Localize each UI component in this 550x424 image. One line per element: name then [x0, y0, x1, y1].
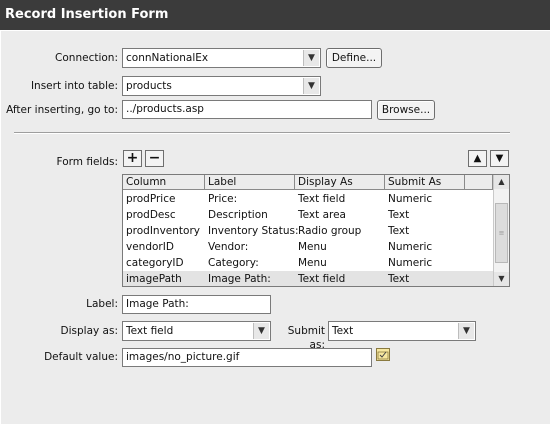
- row-label: Category:: [208, 257, 259, 269]
- row-submit-as: Text: [388, 209, 410, 221]
- grid-scrollbar[interactable]: ▲ ≡ ▼: [493, 175, 509, 286]
- grip-icon: ≡: [498, 229, 505, 237]
- row-column: vendorID: [126, 241, 174, 253]
- chevron-down-icon[interactable]: ▼: [303, 78, 319, 94]
- row-display-as: Text field: [298, 193, 346, 205]
- row-column: prodInventory: [126, 225, 200, 237]
- display-as-value: Text field: [126, 325, 174, 337]
- table-row[interactable]: prodInventory Inventory Status: Radio gr…: [123, 223, 493, 239]
- column-header[interactable]: Label: [205, 175, 295, 190]
- submit-as-select[interactable]: Text ▼: [328, 321, 476, 341]
- row-display-as: Text area: [298, 209, 346, 221]
- row-label: Price:: [208, 193, 238, 205]
- column-header[interactable]: Display As: [295, 175, 385, 190]
- connection-label: Connection:: [55, 52, 118, 64]
- default-value-label: Default value:: [44, 351, 118, 363]
- after-insert-label: After inserting, go to:: [6, 104, 118, 116]
- insert-table-label: Insert into table:: [30, 80, 118, 92]
- row-display-as: Radio group: [298, 225, 362, 237]
- column-header-filler: [465, 175, 493, 190]
- default-value-input[interactable]: images/no_picture.gif: [122, 348, 372, 367]
- field-label-input[interactable]: Image Path:: [122, 295, 271, 314]
- insert-table-select[interactable]: products ▼: [122, 76, 321, 96]
- field-label-label: Label:: [86, 298, 118, 310]
- row-display-as: Menu: [298, 257, 327, 269]
- connection-value: connNationalEx: [126, 52, 209, 64]
- dynamic-data-icon-glyph: [377, 351, 389, 360]
- row-submit-as: Numeric: [388, 257, 433, 269]
- scrollbar-thumb[interactable]: ≡: [495, 203, 508, 263]
- row-display-as: Menu: [298, 241, 327, 253]
- chevron-down-icon[interactable]: ▼: [494, 272, 509, 286]
- insert-table-value: products: [126, 80, 172, 92]
- chevron-down-icon[interactable]: ▼: [303, 50, 319, 66]
- row-column: categoryID: [126, 257, 184, 269]
- dynamic-data-icon[interactable]: [376, 348, 390, 361]
- form-fields-grid[interactable]: Column Label Display As Submit As prodPr…: [122, 174, 510, 287]
- row-submit-as: Text: [388, 273, 410, 285]
- row-submit-as: Numeric: [388, 241, 433, 253]
- row-submit-as: Numeric: [388, 193, 433, 205]
- table-row[interactable]: categoryID Category: Menu Numeric: [123, 255, 493, 271]
- table-row[interactable]: prodDesc Description Text area Text: [123, 207, 493, 223]
- window-title: Record Insertion Form: [0, 0, 550, 30]
- row-column: prodPrice: [126, 193, 176, 205]
- separator: [14, 132, 510, 134]
- row-label: Description: [208, 209, 268, 221]
- chevron-down-icon[interactable]: ▼: [253, 323, 269, 339]
- remove-field-button[interactable]: −: [145, 150, 164, 167]
- add-field-button[interactable]: +: [123, 150, 142, 167]
- column-header[interactable]: Submit As: [385, 175, 465, 190]
- row-label: Image Path:: [208, 273, 271, 285]
- browse-button[interactable]: Browse...: [377, 100, 435, 120]
- form-fields-label: Form fields:: [56, 156, 118, 168]
- display-as-select[interactable]: Text field ▼: [122, 321, 271, 341]
- display-as-label: Display as:: [60, 325, 118, 337]
- table-row[interactable]: prodPrice Price: Text field Numeric: [123, 191, 493, 207]
- define-button[interactable]: Define...: [326, 48, 382, 68]
- table-row[interactable]: vendorID Vendor: Menu Numeric: [123, 239, 493, 255]
- row-submit-as: Text: [388, 225, 410, 237]
- row-column: imagePath: [126, 273, 182, 285]
- chevron-up-icon[interactable]: ▲: [494, 175, 509, 189]
- column-header[interactable]: Column: [123, 175, 205, 190]
- chevron-down-icon[interactable]: ▼: [458, 323, 474, 339]
- connection-select[interactable]: connNationalEx ▼: [122, 48, 321, 68]
- after-insert-input[interactable]: ../products.asp: [122, 100, 372, 119]
- row-label: Inventory Status:: [208, 225, 299, 237]
- row-display-as: Text field: [298, 273, 346, 285]
- row-label: Vendor:: [208, 241, 249, 253]
- row-column: prodDesc: [126, 209, 176, 221]
- submit-as-value: Text: [332, 325, 354, 337]
- move-up-button[interactable]: ▲: [468, 150, 487, 167]
- table-row-selected[interactable]: imagePath Image Path: Text field Text: [123, 271, 493, 286]
- grid-header: Column Label Display As Submit As: [123, 175, 493, 190]
- move-down-button[interactable]: ▼: [490, 150, 509, 167]
